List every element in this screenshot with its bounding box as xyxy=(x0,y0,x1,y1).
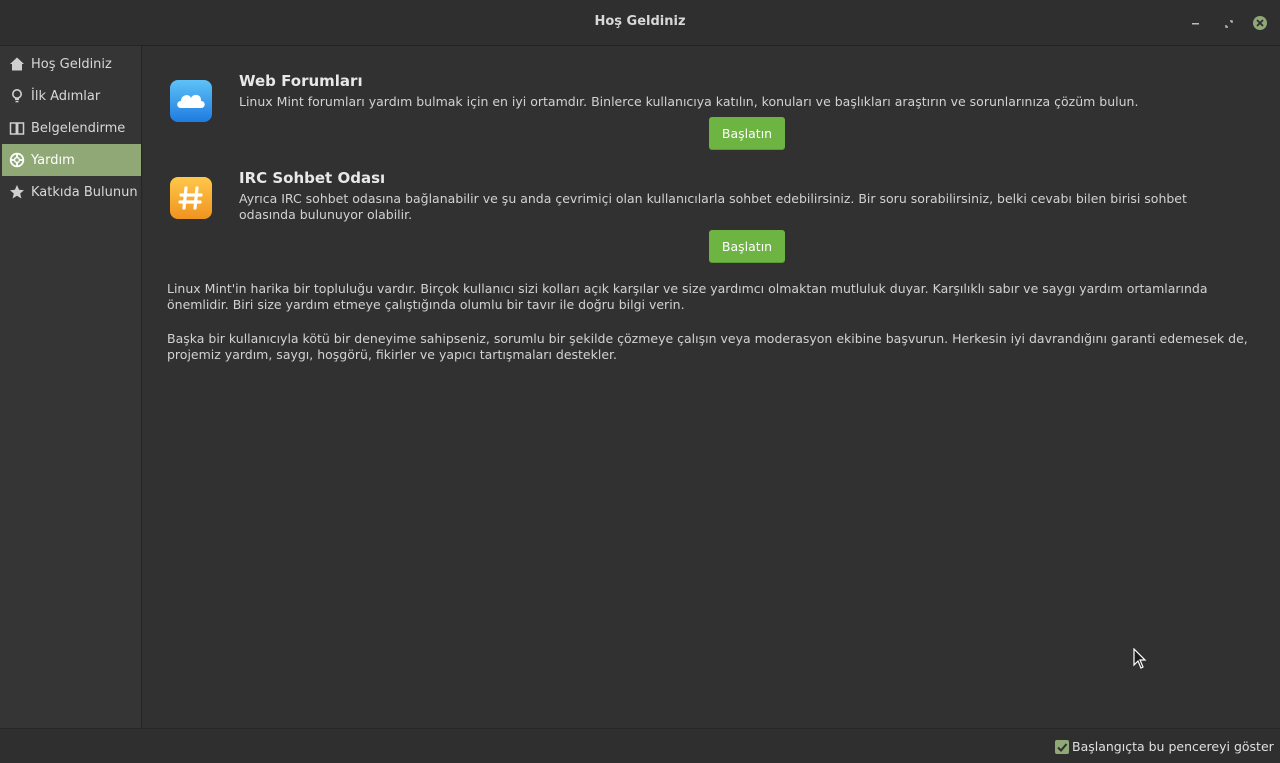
section-title: IRC Sohbet Odası xyxy=(239,169,386,187)
sidebar-item-label: Yardım xyxy=(31,152,75,168)
community-paragraph: Linux Mint'in harika bir topluluğu vardı… xyxy=(167,281,1208,312)
footer: Başlangıçta bu pencereyi göster xyxy=(0,728,1280,763)
star-icon xyxy=(9,184,25,200)
title-bar: Hoş Geldiniz xyxy=(0,0,1280,46)
minimize-button[interactable] xyxy=(1186,13,1206,33)
irc-launch-button[interactable]: Başlatın xyxy=(709,230,785,263)
sidebar-item-label: Hoş Geldiniz xyxy=(31,56,112,72)
mouse-cursor-icon xyxy=(1133,647,1147,674)
show-on-startup-label[interactable]: Başlangıçta bu pencereyi göster xyxy=(1072,739,1274,754)
sidebar-item-label: İlk Adımlar xyxy=(31,88,101,104)
lightbulb-icon xyxy=(9,88,25,104)
book-icon xyxy=(9,120,25,136)
sidebar-item-help[interactable]: Yardım xyxy=(2,144,141,176)
section-description: Ayrıca IRC sohbet odasına bağlanabilir v… xyxy=(239,191,1187,222)
cloud-icon xyxy=(170,80,212,122)
close-button[interactable] xyxy=(1250,13,1270,33)
sidebar-item-label: Belgelendirme xyxy=(31,120,126,136)
minimize-icon xyxy=(1192,23,1199,25)
maximize-icon xyxy=(1225,20,1233,28)
sidebar-item-contribute[interactable]: Katkıda Bulunun xyxy=(2,176,141,208)
section-description: Linux Mint forumları yardım bulmak için … xyxy=(239,94,1139,109)
close-icon xyxy=(1253,16,1267,30)
show-on-startup-checkbox[interactable] xyxy=(1055,740,1069,754)
sidebar-item-label: Katkıda Bulunun xyxy=(31,184,138,200)
moderation-paragraph: Başka bir kullanıcıyla kötü bir deneyime… xyxy=(167,331,1248,362)
lifebuoy-icon xyxy=(9,152,25,168)
sidebar-item-welcome[interactable]: Hoş Geldiniz xyxy=(2,48,141,80)
window-title: Hoş Geldiniz xyxy=(594,14,686,29)
sidebar: Hoş Geldiniz İlk Adımlar Belgelendirme Y… xyxy=(0,46,142,728)
home-icon xyxy=(9,56,25,72)
section-title: Web Forumları xyxy=(239,72,363,90)
checkmark-icon xyxy=(1057,743,1068,752)
hash-icon xyxy=(170,177,212,219)
sidebar-item-documentation[interactable]: Belgelendirme xyxy=(2,112,141,144)
maximize-button[interactable] xyxy=(1218,13,1238,33)
main-content: Web Forumları Linux Mint forumları yardı… xyxy=(143,47,1280,728)
web-forums-launch-button[interactable]: Başlatın xyxy=(709,117,785,150)
sidebar-item-first-steps[interactable]: İlk Adımlar xyxy=(2,80,141,112)
